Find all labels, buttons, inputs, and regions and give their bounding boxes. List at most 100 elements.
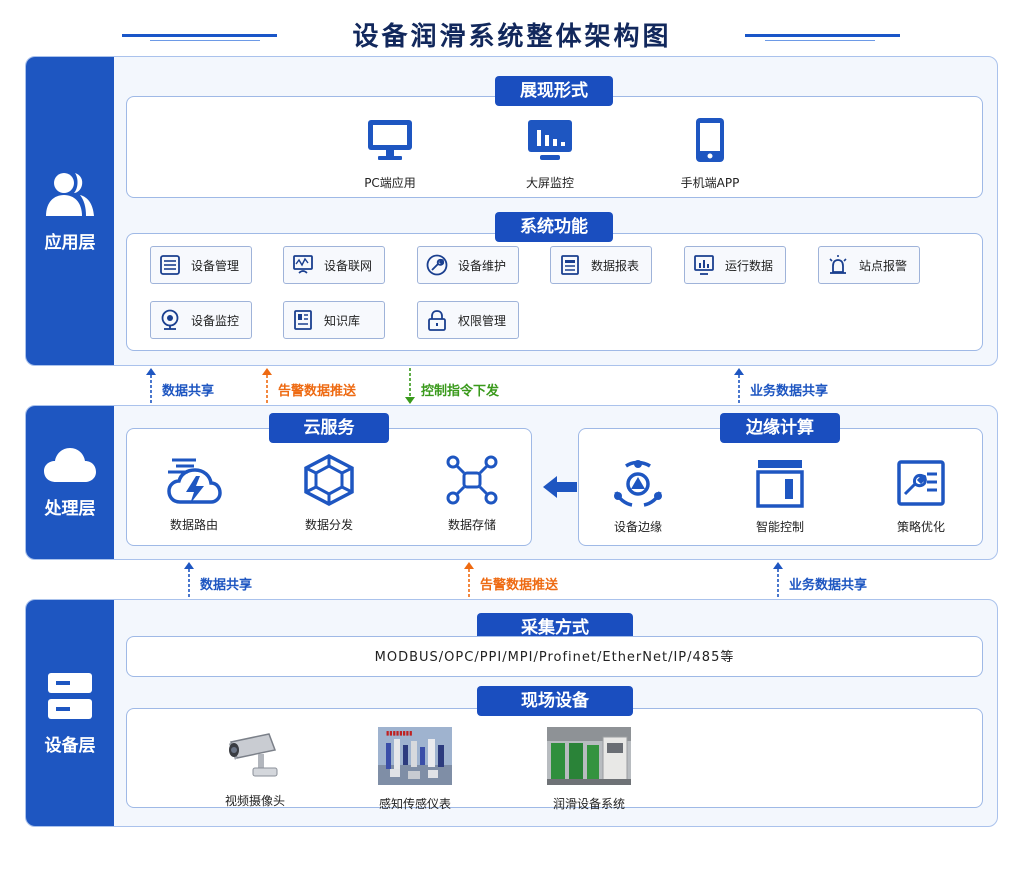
function-label: 设备联网 [324,258,373,273]
function-label: 设备管理 [191,258,240,273]
arrow-up-icon [262,368,272,404]
book-icon [294,310,312,330]
function-tile-knowledge: 知识库 [283,301,385,339]
cloud-item-label: 数据存储 [447,518,496,532]
field-title: 现场设备 [477,686,633,716]
device-layer-label: 设备层 [44,735,96,756]
edge-title: 边缘计算 [720,413,840,443]
arrow-biz-share-bottom: 业务数据共享 [773,562,867,598]
users-icon [46,172,94,216]
cloud-item-routing: 数据路由 [139,454,249,533]
function-label: 知识库 [324,313,361,328]
phone-icon [696,118,724,162]
arrow-control-cmd: 控制指令下发 [405,368,499,404]
display-item-app: 手机端APP [655,118,765,191]
field-item-lubrication: 润滑设备系统 [534,727,644,812]
arrow-label: 控制指令下发 [421,384,500,399]
chart-monitor-icon [694,255,714,275]
function-tile-device-mgmt: 设备管理 [150,246,252,284]
arrow-alarm-push-bottom: 告警数据推送 [464,562,558,598]
dashboard-screen-icon [528,120,572,160]
field-item-label: 视频摄像头 [224,794,285,808]
arrow-label: 业务数据共享 [789,578,868,593]
lock-icon [428,310,446,331]
proc-layer-label: 处理层 [44,499,96,519]
cloud-lightning-icon [167,458,222,504]
server-icon [48,672,92,719]
arrow-data-share-bottom: 数据共享 [184,562,252,598]
wrench-icon [426,254,448,276]
cloud-item-label: 数据路由 [169,518,218,532]
function-label: 运行数据 [725,258,774,273]
sensor-photo-icon: ▮▮▮▮▮▮▮▮ [378,727,452,785]
hexagon-network-icon [304,454,354,506]
function-tile-data-report: 数据报表 [550,246,652,284]
arrow-up-icon [184,562,194,598]
field-item-sensors: ▮▮▮▮▮▮▮▮ 感知传感仪表 [360,727,470,812]
function-tile-device-monitor: 设备监控 [150,301,252,339]
device-layer-side: 设备层 [26,600,114,826]
control-box-icon [756,460,804,508]
display-item-label: 大屏监控 [525,176,574,190]
display-item-bigscreen: 大屏监控 [495,118,605,191]
display-item-pc: PC端应用 [335,118,445,191]
arrow-biz-share-top: 业务数据共享 [734,368,828,404]
function-tile-site-alarm: 站点报警 [818,246,920,284]
strategy-icon [897,460,945,506]
cloud-icon [44,448,96,482]
arrow-left-icon [543,476,577,498]
alarm-icon [829,255,847,274]
arrow-down-icon [405,368,415,404]
edge-item-label: 策略优化 [896,520,945,534]
cloud-item-distribution: 数据分发 [274,454,384,533]
function-label: 站点报警 [859,258,908,273]
edge-item-label: 设备边缘 [613,520,662,534]
cloud-item-storage: 数据存储 [417,454,527,533]
edge-device-icon [614,460,662,507]
edge-item-strategy: 策略优化 [866,458,976,535]
function-tile-permission: 权限管理 [417,301,519,339]
arrow-alarm-push-top: 告警数据推送 [262,368,356,404]
list-icon [160,255,180,275]
cloud-title: 云服务 [269,413,389,443]
field-item-label: 润滑设备系统 [552,797,625,811]
lubrication-photo-icon [547,727,631,785]
function-tile-device-maint: 设备维护 [417,246,519,284]
report-icon [561,255,579,275]
field-item-cctv: 视频摄像头 [200,728,310,809]
page-title: 设备润滑系统整体架构图 [352,22,672,52]
arrow-label: 数据共享 [162,384,215,399]
edge-item-smart-control: 智能控制 [725,458,835,535]
nodes-icon [446,455,498,505]
protocol-bar: MODBUS/OPC/PPI/MPI/Profinet/EtherNet/IP/… [126,636,983,677]
arrow-label: 业务数据共享 [750,384,829,399]
function-tile-device-network: 设备联网 [283,246,385,284]
arrow-label: 告警数据推送 [480,578,559,593]
function-label: 权限管理 [458,313,507,328]
field-item-label: 感知传感仪表 [378,797,451,811]
display-item-label: 手机端APP [680,176,740,190]
functions-title: 系统功能 [495,212,613,242]
arrow-label: 告警数据推送 [278,384,357,399]
svg-text:▮▮▮▮▮▮▮▮: ▮▮▮▮▮▮▮▮ [386,730,412,737]
app-layer-side: 应用层 [26,57,114,365]
function-label: 数据报表 [591,258,640,273]
monitor-icon [368,120,412,160]
arrow-up-icon [773,562,783,598]
display-item-label: PC端应用 [364,176,416,190]
function-label: 设备监控 [191,313,240,328]
function-label: 设备维护 [458,258,507,273]
arrow-up-icon [146,368,156,404]
arrow-label: 数据共享 [200,578,253,593]
app-layer-label: 应用层 [44,232,96,253]
cctv-camera-icon [229,733,278,777]
edge-item-label: 智能控制 [755,520,804,534]
arrow-up-icon [464,562,474,598]
proc-layer-side: 处理层 [26,406,114,559]
function-tile-run-data: 运行数据 [684,246,786,284]
edge-item-device-edge: 设备边缘 [583,458,693,535]
network-icon [293,255,313,274]
arrow-data-share-top: 数据共享 [146,368,214,404]
arrow-up-icon [734,368,744,404]
camera-icon [161,309,179,330]
